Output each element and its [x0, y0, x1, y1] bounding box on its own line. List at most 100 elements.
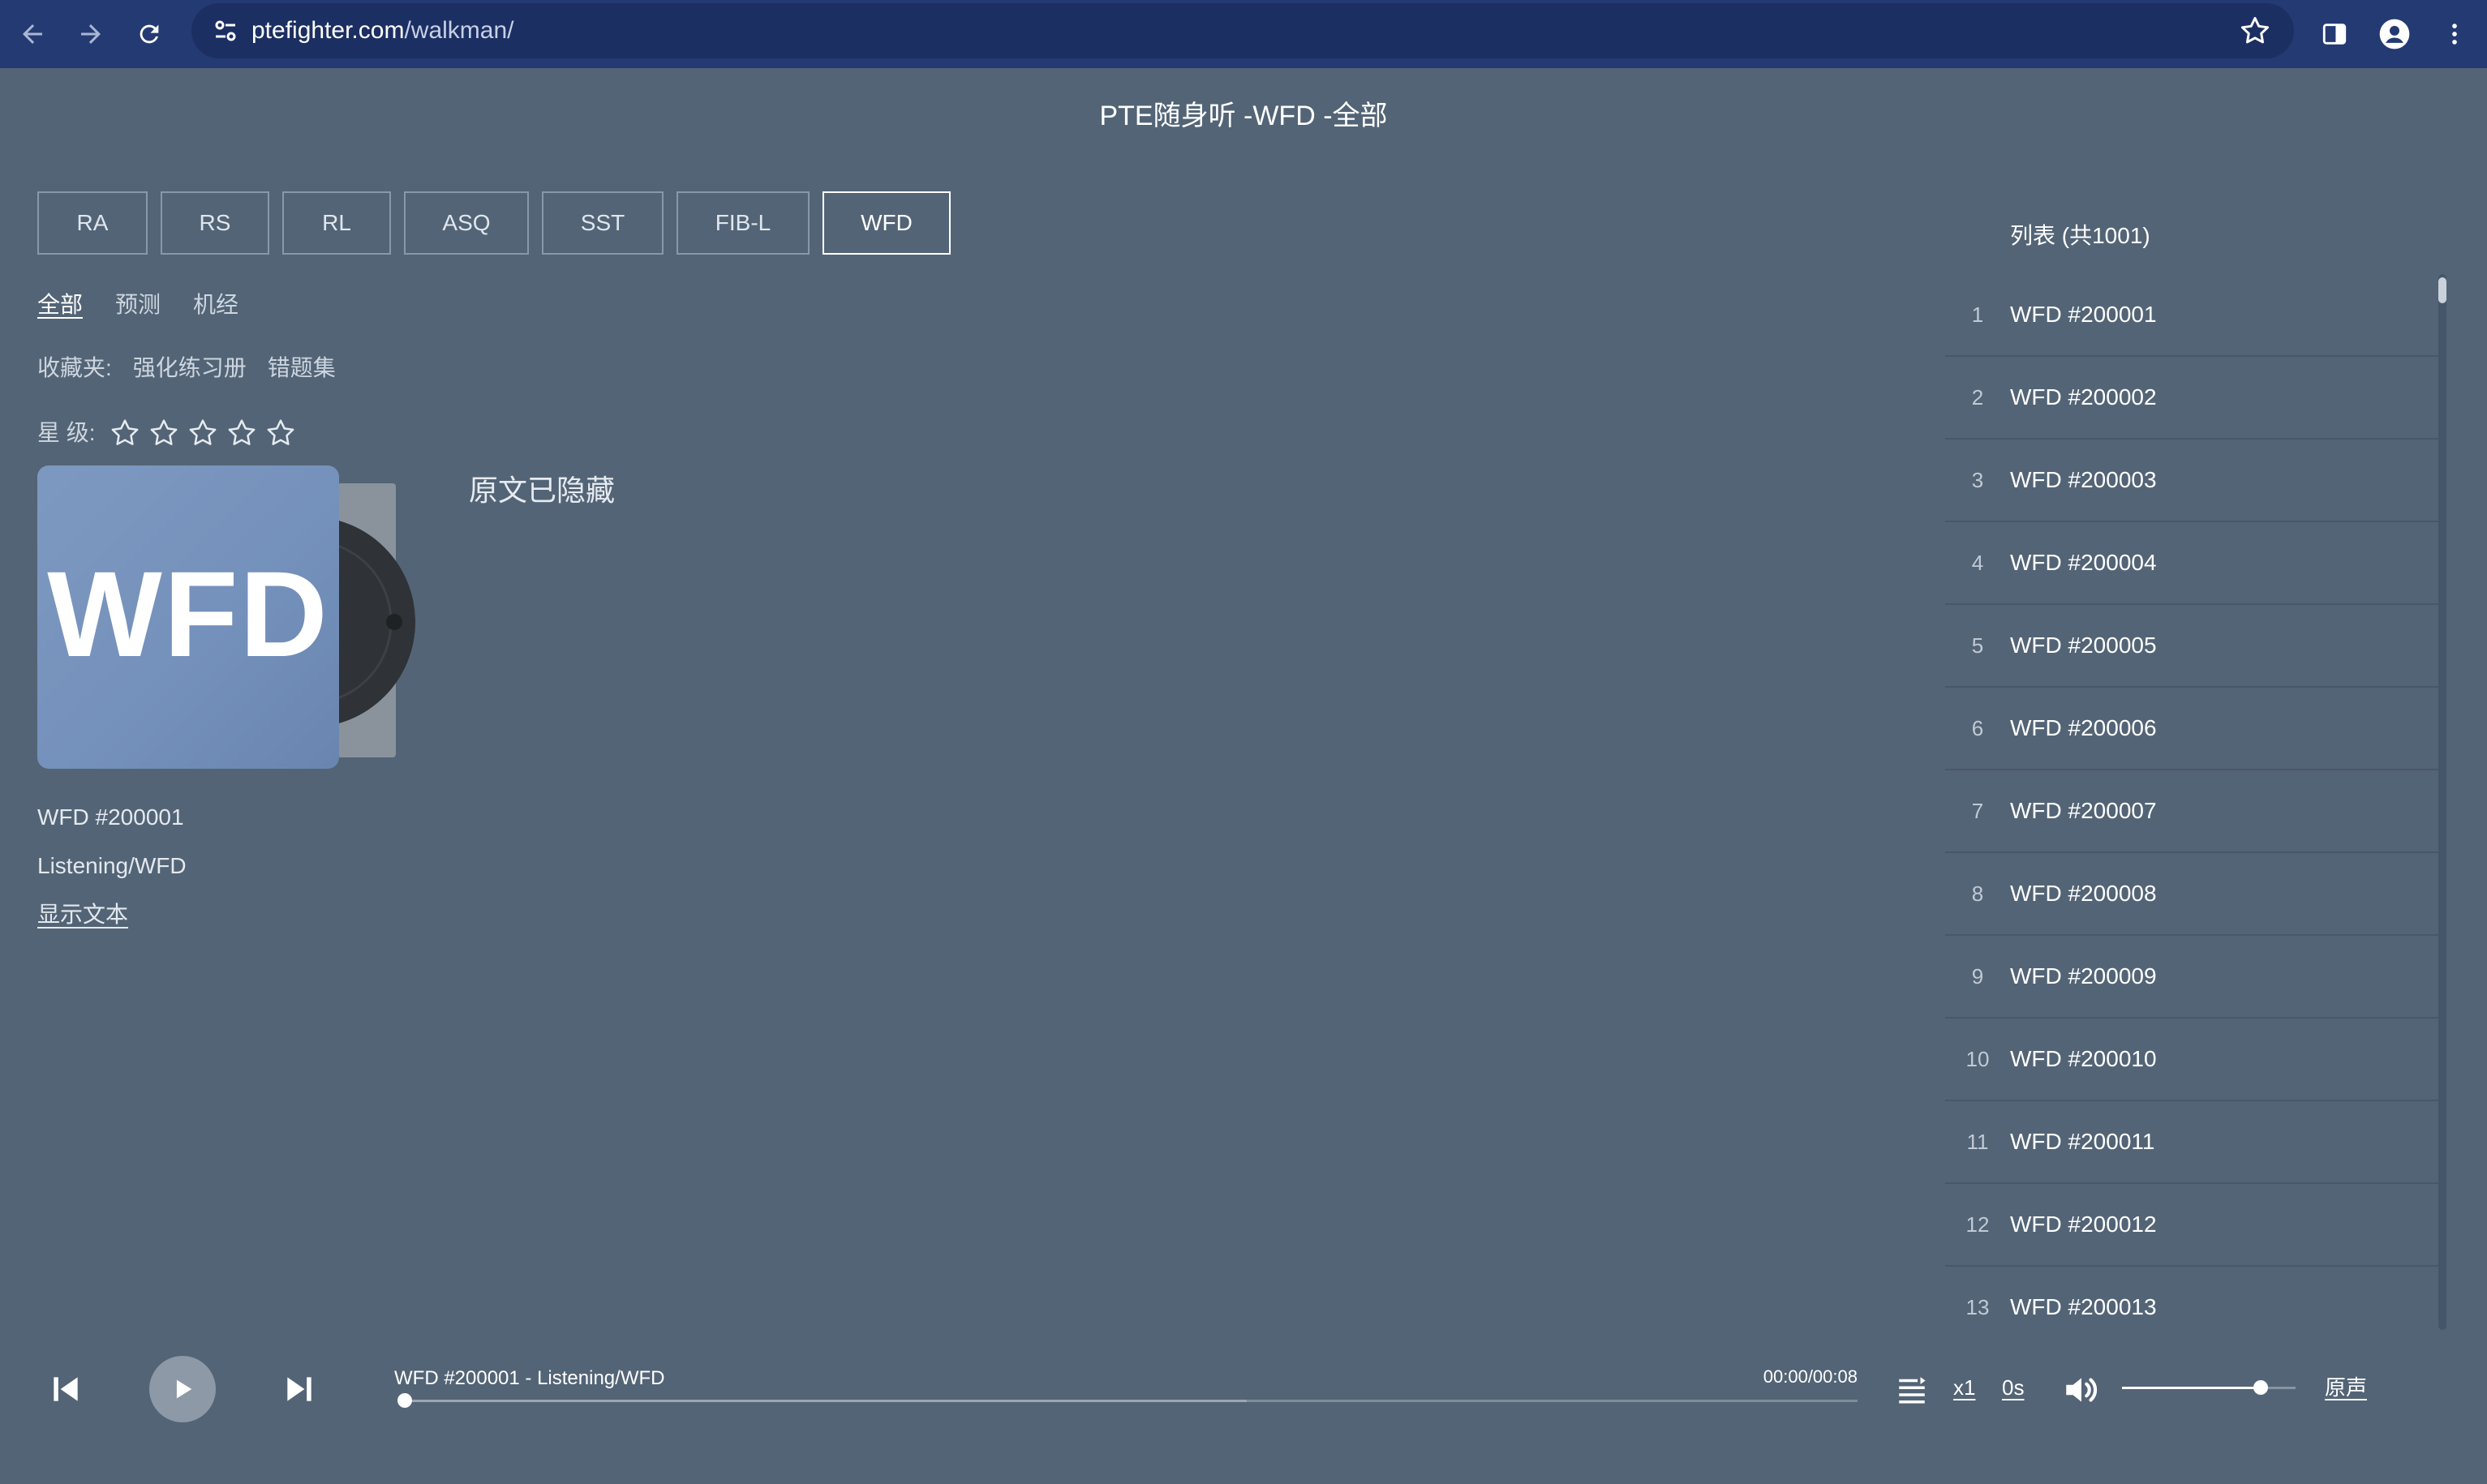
- show-text-link[interactable]: 显示文本: [37, 899, 128, 931]
- tab-rl[interactable]: RL: [282, 191, 391, 255]
- playlist-item[interactable]: 9 WFD #200009: [1945, 936, 2438, 1019]
- filter-row: 全部 预测 机经: [37, 289, 271, 321]
- track-subtitle: Listening/WFD: [37, 853, 187, 878]
- next-track-icon[interactable]: [279, 1369, 320, 1409]
- filter-prediction[interactable]: 预测: [115, 289, 161, 321]
- filter-exam-memory[interactable]: 机经: [193, 289, 238, 321]
- favorites-label: 收藏夹:: [37, 355, 112, 380]
- playlist-panel: 列表 (共1001) 1 WFD #200001 2 WFD #200002 3 WFD …: [1945, 209, 2448, 1330]
- playlist-item-name: WFD #200001: [2010, 302, 2157, 327]
- playback-time: 00:00/00:08: [1763, 1366, 1858, 1387]
- volume-knob[interactable]: [2253, 1380, 2269, 1395]
- star-icon[interactable]: [148, 417, 180, 449]
- playlist-item-number: 9: [1971, 963, 1984, 989]
- play-button[interactable]: [149, 1356, 216, 1422]
- voice-mode-button[interactable]: 原声: [2325, 1374, 2367, 1401]
- bookmark-star-icon[interactable]: [2237, 13, 2273, 49]
- playlist-item-name: WFD #200013: [2010, 1294, 2157, 1319]
- playlist-item[interactable]: 7 WFD #200007: [1945, 770, 2438, 853]
- playlist-item[interactable]: 6 WFD #200006: [1945, 688, 2438, 770]
- playlist-item-number: 12: [1965, 1212, 1990, 1237]
- playlist-scrollbar-thumb[interactable]: [2438, 277, 2446, 303]
- address-bar[interactable]: ptefighter.com/walkman/: [191, 3, 2294, 58]
- playlist-item[interactable]: 2 WFD #200002: [1945, 357, 2438, 440]
- rating-label: 星 级:: [37, 420, 96, 445]
- profile-icon[interactable]: [2372, 11, 2417, 57]
- playlist-item-number: 2: [1971, 384, 1984, 410]
- rating-stars: [109, 417, 303, 449]
- playlist-item[interactable]: 3 WFD #200003: [1945, 440, 2438, 522]
- playlist-item-number: 8: [1971, 881, 1984, 906]
- site-settings-icon[interactable]: [206, 11, 245, 50]
- tab-wfd[interactable]: WFD: [823, 191, 951, 255]
- more-menu-icon[interactable]: [2432, 11, 2477, 57]
- page-title: PTE随身听 -WFD -全部: [1099, 101, 1388, 131]
- favorites-item-practice-book[interactable]: 强化练习册: [133, 352, 247, 384]
- back-icon[interactable]: [8, 10, 57, 58]
- playlist-item-name: WFD #200002: [2010, 384, 2157, 410]
- play-icon: [176, 1379, 192, 1399]
- playlist-item[interactable]: 10 WFD #200010: [1945, 1019, 2438, 1101]
- rating-row: 星 级:: [37, 417, 303, 449]
- playlist-item-number: 6: [1971, 715, 1984, 740]
- star-icon[interactable]: [226, 417, 258, 449]
- playlist-scrollbar[interactable]: [2438, 274, 2446, 1330]
- tab-rs[interactable]: RS: [161, 191, 269, 255]
- playlist-item-name: WFD #200008: [2010, 881, 2157, 906]
- star-icon[interactable]: [109, 417, 141, 449]
- volume-slider[interactable]: [2122, 1380, 2296, 1395]
- playlist-list[interactable]: 1 WFD #200001 2 WFD #200002 3 WFD #200003 4 WFD…: [1945, 274, 2438, 1330]
- player-bar: WFD #200001 - Listening/WFD 00:00/00:08 …: [0, 1330, 2487, 1452]
- playback-speed-button[interactable]: x1: [1953, 1374, 1975, 1401]
- star-icon[interactable]: [264, 417, 297, 449]
- playlist-icon[interactable]: [1892, 1369, 1932, 1409]
- tab-fib-l[interactable]: FIB-L: [677, 191, 810, 255]
- playlist-item-number: 4: [1971, 550, 1984, 575]
- playlist-item-name: WFD #200011: [2010, 1129, 2155, 1154]
- url-path: /walkman/: [404, 17, 514, 44]
- playlist-item[interactable]: 1 WFD #200001: [1945, 274, 2438, 357]
- playlist-item-name: WFD #200003: [2010, 467, 2157, 492]
- playlist-item[interactable]: 5 WFD #200005: [1945, 605, 2438, 688]
- volume-fill: [2122, 1387, 2261, 1389]
- playlist-item[interactable]: 8 WFD #200008: [1945, 853, 2438, 936]
- playlist-item[interactable]: 4 WFD #200004: [1945, 522, 2438, 605]
- playlist-item-name: WFD #200009: [2010, 963, 2157, 989]
- tab-ra[interactable]: RA: [37, 191, 148, 255]
- side-panel-icon[interactable]: [2312, 11, 2357, 57]
- playlist-item-number: 11: [1966, 1129, 1989, 1154]
- track-title: WFD #200001: [37, 804, 184, 830]
- playlist-item-name: WFD #200004: [2010, 550, 2157, 575]
- browser-toolbar: ptefighter.com/walkman/: [0, 0, 2487, 68]
- interval-button[interactable]: 0s: [2002, 1374, 2024, 1401]
- star-icon[interactable]: [187, 417, 219, 449]
- favorites-row: 收藏夹: 强化练习册 错题集: [37, 352, 357, 384]
- volume-icon[interactable]: [2059, 1367, 2104, 1413]
- progress-bar[interactable]: [397, 1393, 1858, 1408]
- playlist-item-name: WFD #200005: [2010, 633, 2157, 658]
- playlist-item-number: 3: [1971, 467, 1984, 492]
- playlist-item-name: WFD #200012: [2010, 1212, 2157, 1237]
- playlist-item[interactable]: 13 WFD #200013: [1945, 1267, 2438, 1330]
- url-text[interactable]: ptefighter.com/walkman/: [251, 15, 513, 47]
- filter-all[interactable]: 全部: [37, 289, 83, 321]
- favorites-item-wrong-questions[interactable]: 错题集: [268, 352, 336, 384]
- playlist-item-number: 1: [1971, 302, 1984, 327]
- playlist-item[interactable]: 12 WFD #200012: [1945, 1184, 2438, 1267]
- now-playing-title: WFD #200001 - Listening/WFD: [394, 1367, 665, 1389]
- previous-track-icon[interactable]: [45, 1369, 86, 1409]
- album-cover: WFD: [37, 465, 339, 769]
- transcript-hidden-message: 原文已隐藏: [469, 474, 616, 507]
- reload-icon[interactable]: [125, 10, 174, 58]
- url-host: ptefighter.com: [251, 17, 405, 44]
- forward-icon[interactable]: [67, 10, 115, 58]
- playlist-item-number: 13: [1965, 1294, 1990, 1319]
- playlist-item-number: 5: [1971, 633, 1984, 658]
- tab-sst[interactable]: SST: [542, 191, 664, 255]
- progress-knob[interactable]: [397, 1393, 412, 1408]
- tab-asq[interactable]: ASQ: [404, 191, 529, 255]
- progress-buffered: [402, 1400, 1247, 1402]
- playlist-item[interactable]: 11 WFD #200011: [1945, 1101, 2438, 1184]
- playlist-item-number: 10: [1965, 1046, 1990, 1071]
- playlist-item-name: WFD #200006: [2010, 715, 2157, 740]
